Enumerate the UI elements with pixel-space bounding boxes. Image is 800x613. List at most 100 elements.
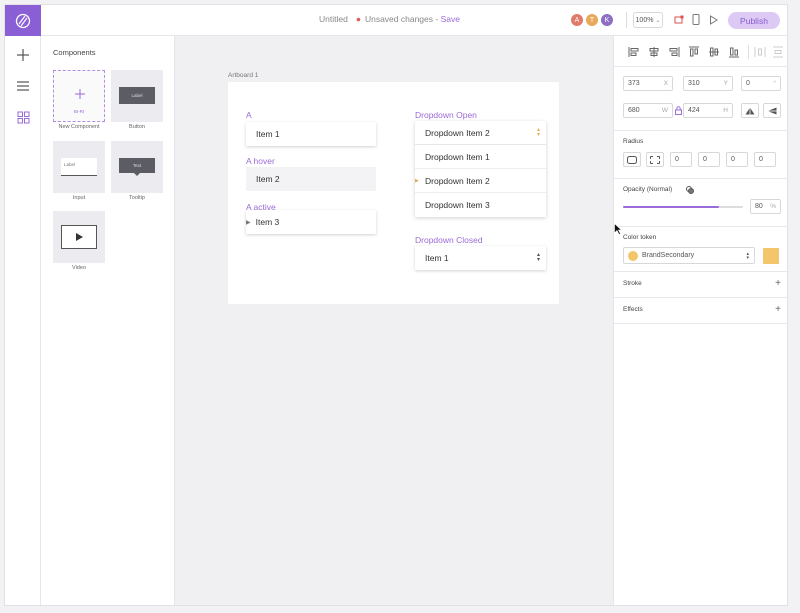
y-unit: Y (723, 80, 728, 87)
dropdown-option[interactable]: Dropdown Item 1 (415, 145, 546, 169)
blend-mode-icon[interactable] (686, 186, 694, 194)
chevron-down-icon: ⌄ (655, 17, 661, 24)
x-value: 373 (628, 80, 640, 87)
properties-panel: 373 X 310 Y 0 ° 680 W 424 H Radius 0 0 0 0 (613, 36, 787, 605)
item-text: Dropdown Item 2 (425, 175, 490, 186)
dropdown-option[interactable]: Dropdown Item 3 (415, 193, 546, 217)
y-value: 310 (688, 80, 700, 87)
button-component-tile[interactable]: Label (111, 70, 163, 122)
width-field[interactable]: 680 W (623, 103, 673, 118)
color-token-select[interactable]: BrandSecondary ▴ ▾ (623, 247, 755, 264)
opacity-field[interactable]: 80% (750, 199, 781, 214)
rotation-field[interactable]: 0 ° (741, 76, 781, 91)
height-unit: H (723, 107, 728, 114)
sort-arrows-icon: ▴ ▾ (536, 252, 540, 263)
list-item[interactable]: Item 2 (246, 167, 376, 191)
align-right-icon[interactable] (668, 46, 680, 58)
mobile-icon[interactable] (691, 14, 701, 25)
add-stroke-icon[interactable]: + (775, 278, 781, 289)
radius-field[interactable]: 0 (726, 152, 748, 167)
dropdown-open[interactable]: Dropdown Item 2 ▴ ▾ Dropdown Item 1 ▶ Dro… (415, 121, 546, 217)
flip-vertical-button[interactable] (741, 103, 759, 118)
zoom-value: 100% (635, 16, 654, 24)
align-middle-icon[interactable] (708, 46, 720, 58)
state-label-a-hover: A hover (246, 156, 275, 166)
unsaved-dot-icon: ● (355, 14, 361, 24)
divider (626, 12, 627, 28)
plus-icon[interactable] (14, 46, 32, 64)
radius-field[interactable]: 0 (670, 152, 692, 167)
item-text: Dropdown Item 1 (425, 151, 490, 162)
top-bar: Untitled ● Unsaved changes - Save A T K 10… (5, 5, 787, 36)
height-field[interactable]: 424 H (683, 103, 733, 118)
avatar[interactable]: K (600, 13, 614, 27)
tile-label: New Component (58, 124, 100, 130)
align-bottom-icon[interactable] (728, 46, 740, 58)
tile-label: Input (72, 195, 86, 201)
dropdown-option-active[interactable]: ▶ Dropdown Item 2 (415, 169, 546, 193)
list-item[interactable]: ▶ Item 3 (246, 210, 376, 234)
radius-field[interactable]: 0 (754, 152, 776, 167)
add-effect-icon[interactable]: + (775, 304, 781, 315)
stroke-section: Stroke + (614, 272, 787, 298)
color-swatch[interactable] (763, 248, 779, 264)
grid-icon[interactable] (14, 108, 32, 126)
status-separator: - (433, 14, 441, 24)
preview-device-icon[interactable] (674, 14, 684, 25)
flip-horizontal-button[interactable] (763, 103, 781, 118)
opacity-slider[interactable] (623, 206, 743, 208)
color-token-section: Color token BrandSecondary ▴ ▾ (614, 227, 787, 272)
dropdown-closed[interactable]: Item 1 ▴ ▾ (415, 246, 546, 270)
distribute-vertical-icon[interactable] (772, 46, 784, 58)
video-component-tile[interactable] (53, 211, 105, 263)
transform-section: 373 X 310 Y 0 ° 680 W 424 H (614, 67, 787, 131)
save-link[interactable]: Save (441, 14, 460, 24)
app-logo[interactable] (5, 5, 41, 36)
radius-all-icon (627, 155, 637, 164)
tile-mini-label: Label (61, 158, 97, 176)
align-center-horizontal-icon[interactable] (648, 46, 660, 58)
tooltip-component-tile[interactable]: Text (111, 141, 163, 193)
y-field[interactable]: 310 Y (683, 76, 733, 91)
align-top-icon[interactable] (688, 46, 700, 58)
avatar[interactable]: A (570, 13, 584, 27)
menu-icon[interactable] (14, 77, 32, 95)
list-item[interactable]: Item 1 (246, 122, 376, 146)
input-component-tile[interactable]: Label (53, 141, 105, 193)
rotation-value: 0 (746, 80, 750, 87)
item-text: Item 1 (425, 253, 449, 263)
tile-mini-label: Label (119, 87, 155, 104)
document-title[interactable]: Untitled (319, 14, 348, 24)
artboard-label[interactable]: Artboard 1 (228, 72, 258, 79)
radius-individual-button[interactable] (646, 152, 664, 167)
distribute-horizontal-icon[interactable] (754, 46, 766, 58)
opacity-slider-fill (623, 206, 719, 208)
x-field[interactable]: 373 X (623, 76, 673, 91)
plus-icon (75, 89, 85, 99)
item-text: Item 1 (256, 129, 280, 139)
play-icon[interactable] (708, 14, 718, 25)
logo-icon (15, 13, 31, 28)
item-text: Dropdown Item 3 (425, 200, 490, 210)
document-status: Untitled ● Unsaved changes - Save (319, 14, 460, 24)
width-value: 680 (628, 107, 640, 114)
tile-mini-label: Text (119, 158, 155, 173)
section-title: Stroke (623, 280, 642, 287)
lock-icon[interactable] (675, 106, 682, 115)
radius-field[interactable]: 0 (698, 152, 720, 167)
radius-individual-icon (650, 155, 660, 164)
opacity-unit: % (770, 203, 776, 210)
zoom-select[interactable]: 100% ⌄ (633, 12, 663, 28)
caret-right-icon: ▶ (415, 177, 419, 184)
align-left-icon[interactable] (628, 46, 640, 58)
canvas[interactable]: Artboard 1 A Item 1 A hover Item 2 A act… (175, 36, 613, 605)
item-text: Item 3 (255, 217, 280, 227)
avatar[interactable]: T (585, 13, 599, 27)
dropdown-selected[interactable]: Dropdown Item 2 ▴ ▾ (415, 121, 546, 145)
new-component-tile[interactable]: BI-RI (53, 70, 105, 122)
publish-button[interactable]: Publish (728, 12, 780, 29)
radius-all-button[interactable] (623, 152, 641, 167)
item-text: Dropdown Item 2 (425, 127, 490, 138)
artboard[interactable]: A Item 1 A hover Item 2 A active ▶ Item 3… (228, 82, 559, 304)
flip-horizontal-icon (767, 107, 777, 114)
